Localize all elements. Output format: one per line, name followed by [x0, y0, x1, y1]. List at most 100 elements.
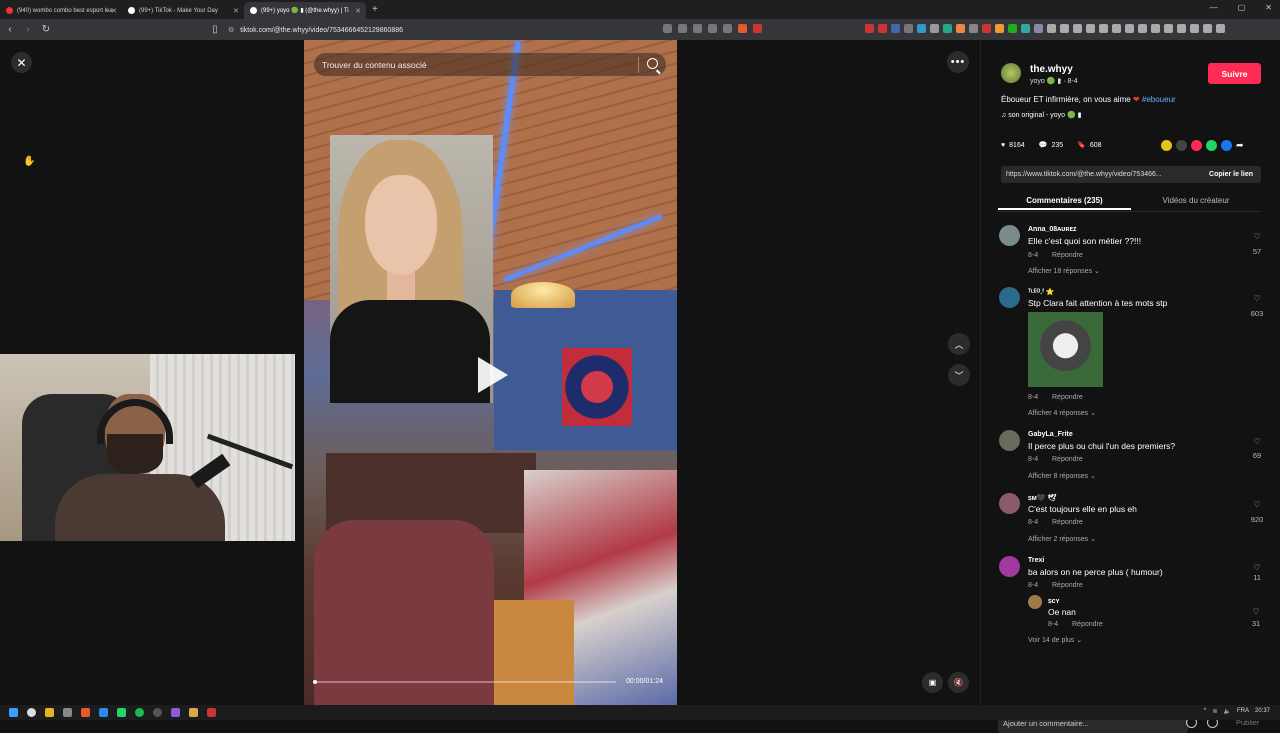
- extension-icon[interactable]: [995, 24, 1004, 33]
- avatar[interactable]: [999, 493, 1020, 514]
- search-icon[interactable]: [647, 58, 658, 69]
- reply-button[interactable]: Répondre: [1072, 621, 1103, 628]
- browser-tab-3-active[interactable]: (99+) yoyo 🟢 ▮ (@the.whyy) | Ti ✕: [244, 2, 366, 19]
- tray-arrow-icon[interactable]: ^: [1204, 708, 1207, 715]
- tab-close-icon[interactable]: ✕: [355, 7, 361, 15]
- new-tab-button[interactable]: +: [372, 4, 378, 15]
- minimize-button[interactable]: —: [1210, 3, 1218, 12]
- show-replies-button[interactable]: Afficher 8 réponses ⌄: [1028, 472, 1096, 480]
- avatar[interactable]: [999, 225, 1020, 246]
- tab-creator-videos[interactable]: Vidéos du créateur: [1131, 196, 1261, 205]
- spotify-icon[interactable]: [135, 708, 144, 717]
- reload-icon[interactable]: ↻: [38, 24, 54, 35]
- author-avatar[interactable]: [1001, 63, 1021, 83]
- author-username[interactable]: the.whyy: [1030, 64, 1073, 75]
- extension-icon[interactable]: [865, 24, 874, 33]
- translate-icon[interactable]: [693, 24, 702, 33]
- file-explorer-icon[interactable]: [45, 708, 54, 717]
- extension-icon[interactable]: [969, 24, 978, 33]
- reply-button[interactable]: Répondre: [1052, 252, 1083, 259]
- forward-icon[interactable]: ›: [20, 24, 36, 35]
- extension-icon[interactable]: [1164, 24, 1173, 33]
- browser-tab-1[interactable]: (940) wombo combo best esport lea ✕: [0, 2, 122, 19]
- reply-button[interactable]: Répondre: [1052, 519, 1083, 526]
- start-icon[interactable]: [9, 708, 18, 717]
- reply-author[interactable]: ꜱᴄʏ: [1048, 597, 1060, 605]
- extension-icon[interactable]: [1060, 24, 1069, 33]
- bookmark-icon[interactable]: ▯: [207, 24, 223, 35]
- comment-author[interactable]: ꜱᴍ🖤 🕊: [1028, 494, 1056, 502]
- wifi-icon[interactable]: ≋: [1212, 708, 1217, 715]
- extension-icon[interactable]: [982, 24, 991, 33]
- extension-icon[interactable]: [930, 24, 939, 33]
- comment-like-icon[interactable]: ♡: [1248, 607, 1264, 616]
- maximize-button[interactable]: ▢: [1238, 3, 1246, 12]
- follow-button[interactable]: Suivre: [1208, 63, 1261, 84]
- previous-video-button[interactable]: ︿: [948, 333, 970, 355]
- extension-icon[interactable]: [878, 24, 887, 33]
- open-in-app-icon[interactable]: [678, 24, 687, 33]
- extension-icon[interactable]: [1034, 24, 1043, 33]
- browser-tab-2[interactable]: (99+) TikTok - Make Your Day ✕: [122, 2, 244, 19]
- share-icon[interactable]: [723, 24, 732, 33]
- facebook-icon[interactable]: [1221, 140, 1232, 151]
- extension-icon[interactable]: [1112, 24, 1121, 33]
- avatar[interactable]: [999, 287, 1020, 308]
- extension-icon[interactable]: [1125, 24, 1134, 33]
- copy-link-button[interactable]: Copier le lien: [1209, 171, 1253, 178]
- comment-author[interactable]: Anna_08ᴀᴜʀᴇᴢ: [1028, 226, 1076, 233]
- extension-icon[interactable]: [1177, 24, 1186, 33]
- play-icon[interactable]: [478, 357, 508, 393]
- obs-icon[interactable]: [153, 708, 162, 717]
- tab-close-icon[interactable]: ✕: [233, 7, 239, 15]
- app-icon[interactable]: [207, 708, 216, 717]
- whatsapp-icon[interactable]: [117, 708, 126, 717]
- see-more-replies-button[interactable]: Voir 14 de plus ⌄: [1028, 636, 1082, 644]
- whatsapp-icon[interactable]: [1206, 140, 1217, 151]
- mute-button[interactable]: 🔇: [948, 672, 969, 693]
- hashtag-link[interactable]: #eboueur: [1142, 95, 1176, 104]
- comment-like-icon[interactable]: ♡: [1249, 294, 1265, 303]
- search-icon[interactable]: [27, 708, 36, 717]
- clock[interactable]: 20:37: [1255, 708, 1270, 715]
- app-icon[interactable]: [171, 708, 180, 717]
- repost-icon[interactable]: [1161, 140, 1172, 151]
- send-icon[interactable]: [1191, 140, 1202, 151]
- extension-icon[interactable]: [1073, 24, 1082, 33]
- avatar[interactable]: [999, 556, 1020, 577]
- comment-like-icon[interactable]: ♡: [1249, 232, 1265, 241]
- comment-author[interactable]: Trexi: [1028, 557, 1044, 564]
- extension-icon[interactable]: [1151, 24, 1160, 33]
- app-icon[interactable]: [63, 708, 72, 717]
- back-icon[interactable]: ‹: [2, 24, 18, 35]
- language-indicator[interactable]: FRA: [1237, 708, 1249, 715]
- extension-icon[interactable]: [917, 24, 926, 33]
- extension-icon[interactable]: [1138, 24, 1147, 33]
- avatar[interactable]: [1028, 595, 1042, 609]
- comment-author[interactable]: GabyLa_Frite: [1028, 431, 1073, 438]
- app-icon[interactable]: [99, 708, 108, 717]
- progress-handle[interactable]: [313, 680, 317, 684]
- tab-close-icon[interactable]: ✕: [111, 7, 117, 15]
- related-search-input[interactable]: Trouver du contenu associé: [313, 52, 667, 77]
- next-video-button[interactable]: ﹀: [948, 364, 970, 386]
- embed-icon[interactable]: [1176, 140, 1187, 151]
- comment-like-icon[interactable]: ♡: [1249, 500, 1265, 509]
- comment-like-icon[interactable]: ♡: [1249, 563, 1265, 572]
- extension-icon[interactable]: [1203, 24, 1212, 33]
- reply-button[interactable]: Répondre: [1052, 582, 1083, 589]
- extension-icon[interactable]: [943, 24, 952, 33]
- extension-icon[interactable]: [904, 24, 913, 33]
- extension-icon[interactable]: [1190, 24, 1199, 33]
- close-window-button[interactable]: ✕: [1265, 3, 1272, 12]
- brave-shield-icon[interactable]: [738, 24, 747, 33]
- extension-icon[interactable]: [891, 24, 900, 33]
- close-video-button[interactable]: ✕: [11, 52, 32, 73]
- music-info[interactable]: ♫ son original - yoyo 🟢 ▮: [1001, 111, 1081, 119]
- extension-icon[interactable]: [1086, 24, 1095, 33]
- show-replies-button[interactable]: Afficher 4 réponses ⌄: [1028, 409, 1096, 417]
- like-stat[interactable]: ♥ 8164: [1001, 142, 1025, 149]
- extension-icon[interactable]: [956, 24, 965, 33]
- share-arrow-icon[interactable]: ➦: [1236, 140, 1247, 151]
- reply-button[interactable]: Répondre: [1052, 456, 1083, 463]
